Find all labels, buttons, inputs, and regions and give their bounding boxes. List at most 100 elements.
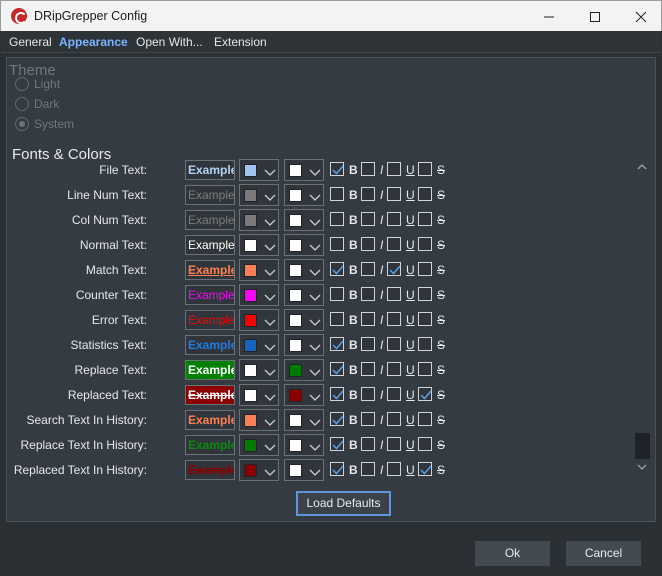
bold-checkbox[interactable]	[330, 162, 344, 176]
foreground-color-dropdown[interactable]	[239, 384, 279, 406]
strikeout-checkbox[interactable]	[418, 212, 432, 226]
radio-dark[interactable]	[15, 97, 29, 111]
bold-checkbox[interactable]	[330, 462, 344, 476]
strikeout-checkbox[interactable]	[418, 362, 432, 376]
strikeout-checkbox[interactable]	[418, 412, 432, 426]
foreground-color-dropdown[interactable]	[239, 234, 279, 256]
strikeout-checkbox[interactable]	[418, 312, 432, 326]
underline-checkbox[interactable]	[387, 362, 401, 376]
background-color-dropdown[interactable]	[284, 184, 324, 206]
scroll-up-icon[interactable]	[636, 162, 648, 172]
foreground-color-dropdown[interactable]	[239, 309, 279, 331]
background-color-dropdown[interactable]	[284, 359, 324, 381]
italic-checkbox[interactable]	[361, 437, 375, 451]
color-swatch	[244, 289, 257, 302]
bold-checkbox[interactable]	[330, 387, 344, 401]
foreground-color-dropdown[interactable]	[239, 209, 279, 231]
close-button[interactable]	[617, 1, 662, 31]
underline-checkbox[interactable]	[387, 387, 401, 401]
background-color-dropdown[interactable]	[284, 459, 324, 481]
underline-checkbox[interactable]	[387, 462, 401, 476]
tab-extension[interactable]: Extension	[214, 35, 267, 49]
font-row: Counter Text: Example B I U S	[0, 284, 630, 306]
foreground-color-dropdown[interactable]	[239, 159, 279, 181]
ok-button[interactable]: Ok	[475, 541, 550, 566]
background-color-dropdown[interactable]	[284, 209, 324, 231]
underline-checkbox[interactable]	[387, 187, 401, 201]
italic-checkbox[interactable]	[361, 362, 375, 376]
underline-label: U	[406, 363, 415, 377]
bold-checkbox[interactable]	[330, 437, 344, 451]
background-color-dropdown[interactable]	[284, 409, 324, 431]
background-color-dropdown[interactable]	[284, 259, 324, 281]
bold-checkbox[interactable]	[330, 412, 344, 426]
italic-checkbox[interactable]	[361, 312, 375, 326]
bold-checkbox[interactable]	[330, 312, 344, 326]
tab-general[interactable]: General	[9, 35, 52, 49]
foreground-color-dropdown[interactable]	[239, 359, 279, 381]
strikeout-checkbox[interactable]	[418, 237, 432, 251]
color-swatch	[289, 464, 302, 477]
strikeout-label: S	[437, 263, 446, 277]
underline-checkbox[interactable]	[387, 237, 401, 251]
tab-open-with[interactable]: Open With...	[136, 35, 203, 49]
underline-checkbox[interactable]	[387, 262, 401, 276]
bold-checkbox[interactable]	[330, 212, 344, 226]
bold-checkbox[interactable]	[330, 187, 344, 201]
foreground-color-dropdown[interactable]	[239, 284, 279, 306]
strikeout-checkbox[interactable]	[418, 437, 432, 451]
strikeout-checkbox[interactable]	[418, 387, 432, 401]
underline-checkbox[interactable]	[387, 162, 401, 176]
color-swatch	[244, 264, 257, 277]
strikeout-checkbox[interactable]	[418, 262, 432, 276]
underline-checkbox[interactable]	[387, 412, 401, 426]
foreground-color-dropdown[interactable]	[239, 459, 279, 481]
scrollbar-thumb[interactable]	[635, 433, 650, 459]
bold-checkbox[interactable]	[330, 362, 344, 376]
italic-checkbox[interactable]	[361, 337, 375, 351]
bold-checkbox[interactable]	[330, 337, 344, 351]
italic-checkbox[interactable]	[361, 462, 375, 476]
bold-checkbox[interactable]	[330, 237, 344, 251]
italic-checkbox[interactable]	[361, 262, 375, 276]
radio-system[interactable]	[15, 117, 29, 131]
italic-checkbox[interactable]	[361, 212, 375, 226]
background-color-dropdown[interactable]	[284, 334, 324, 356]
minimize-button[interactable]	[525, 1, 571, 31]
strikeout-checkbox[interactable]	[418, 337, 432, 351]
underline-checkbox[interactable]	[387, 287, 401, 301]
background-color-dropdown[interactable]	[284, 284, 324, 306]
background-color-dropdown[interactable]	[284, 234, 324, 256]
cancel-button[interactable]: Cancel	[566, 541, 641, 566]
background-color-dropdown[interactable]	[284, 434, 324, 456]
background-color-dropdown[interactable]	[284, 159, 324, 181]
strikeout-checkbox[interactable]	[418, 162, 432, 176]
italic-checkbox[interactable]	[361, 162, 375, 176]
italic-checkbox[interactable]	[361, 387, 375, 401]
scroll-down-icon[interactable]	[636, 462, 648, 472]
underline-checkbox[interactable]	[387, 437, 401, 451]
bold-checkbox[interactable]	[330, 262, 344, 276]
underline-checkbox[interactable]	[387, 337, 401, 351]
strikeout-checkbox[interactable]	[418, 287, 432, 301]
background-color-dropdown[interactable]	[284, 384, 324, 406]
foreground-color-dropdown[interactable]	[239, 409, 279, 431]
italic-checkbox[interactable]	[361, 287, 375, 301]
background-color-dropdown[interactable]	[284, 309, 324, 331]
strikeout-checkbox[interactable]	[418, 462, 432, 476]
load-defaults-button[interactable]: Load Defaults	[296, 491, 391, 516]
radio-light[interactable]	[15, 77, 29, 91]
italic-checkbox[interactable]	[361, 412, 375, 426]
foreground-color-dropdown[interactable]	[239, 259, 279, 281]
bold-checkbox[interactable]	[330, 287, 344, 301]
italic-checkbox[interactable]	[361, 237, 375, 251]
tab-appearance[interactable]: Appearance	[59, 35, 128, 49]
underline-checkbox[interactable]	[387, 312, 401, 326]
underline-checkbox[interactable]	[387, 212, 401, 226]
foreground-color-dropdown[interactable]	[239, 334, 279, 356]
foreground-color-dropdown[interactable]	[239, 434, 279, 456]
foreground-color-dropdown[interactable]	[239, 184, 279, 206]
strikeout-checkbox[interactable]	[418, 187, 432, 201]
maximize-button[interactable]	[571, 1, 617, 31]
italic-checkbox[interactable]	[361, 187, 375, 201]
